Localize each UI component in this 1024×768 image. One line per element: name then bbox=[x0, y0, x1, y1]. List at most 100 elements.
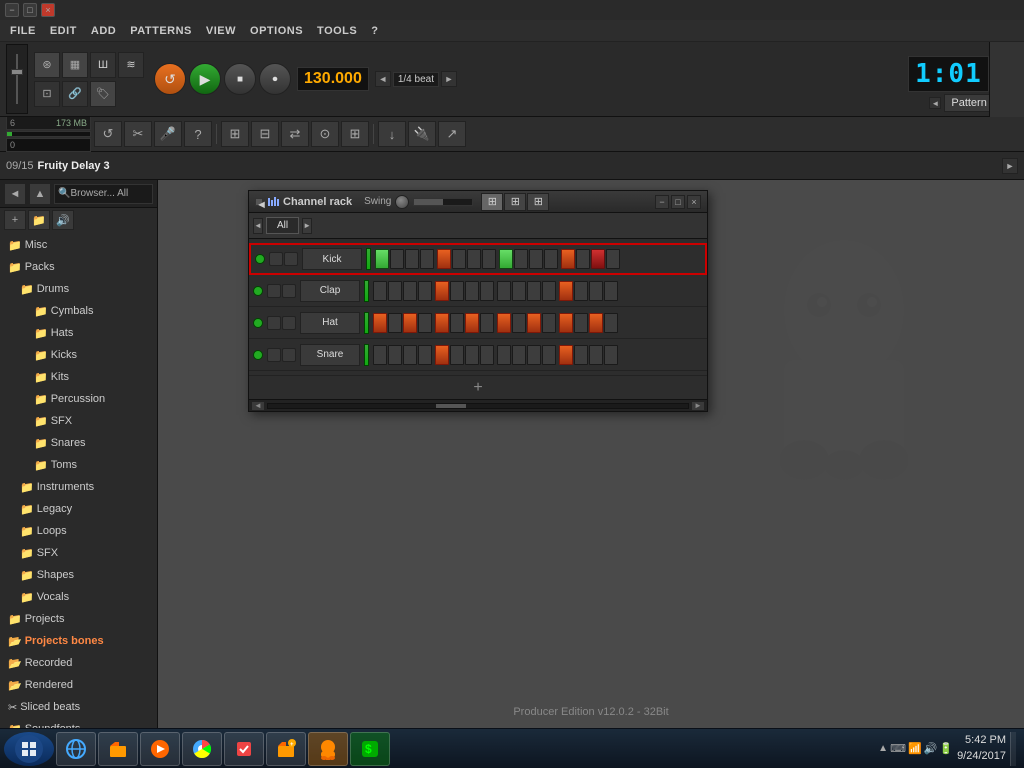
menu-help[interactable]: ? bbox=[365, 23, 384, 39]
hat-beat-4[interactable] bbox=[418, 313, 432, 333]
link-button[interactable]: 🔗 bbox=[62, 81, 88, 107]
close-button[interactable]: × bbox=[41, 3, 55, 17]
sidebar-item-loops[interactable]: 📁 Loops bbox=[0, 520, 157, 542]
tool-mic[interactable]: 🎤 bbox=[154, 121, 182, 147]
sidebar-item-legacy[interactable]: 📁 Legacy bbox=[0, 498, 157, 520]
sidebar-item-kicks[interactable]: 📁 Kicks bbox=[0, 344, 157, 366]
sidebar-item-sfx1[interactable]: 📁 SFX bbox=[0, 410, 157, 432]
clap-beat-1[interactable] bbox=[373, 281, 387, 301]
sidebar-item-vocals[interactable]: 📁 Vocals bbox=[0, 586, 157, 608]
stop-button[interactable]: ■ bbox=[224, 63, 256, 95]
kick-name[interactable]: Kick bbox=[302, 248, 362, 270]
tool-piano[interactable]: ⊟ bbox=[251, 121, 279, 147]
kick-beat-6[interactable] bbox=[452, 249, 466, 269]
clap-mute-btn[interactable] bbox=[267, 284, 281, 298]
clap-beat-4[interactable] bbox=[418, 281, 432, 301]
taskbar-explorer[interactable] bbox=[98, 732, 138, 766]
snare-mute-btn[interactable] bbox=[267, 348, 281, 362]
sidebar-item-soundfonts[interactable]: 📁 Soundfonts bbox=[0, 718, 157, 728]
cr-scroll-track[interactable] bbox=[267, 403, 689, 409]
hat-beat-13[interactable] bbox=[559, 313, 573, 333]
clap-beat-2[interactable] bbox=[388, 281, 402, 301]
maximize-button[interactable]: □ bbox=[23, 3, 37, 17]
taskbar-ie[interactable] bbox=[56, 732, 96, 766]
sidebar-item-hats[interactable]: 📁 Hats bbox=[0, 322, 157, 344]
kick-beat-15[interactable] bbox=[591, 249, 605, 269]
menu-view[interactable]: VIEW bbox=[200, 23, 242, 39]
sidebar-back-btn[interactable]: ◄ bbox=[4, 183, 26, 205]
hat-beat-9[interactable] bbox=[497, 313, 511, 333]
mode-button[interactable]: ▦ bbox=[62, 52, 88, 78]
sidebar-item-recorded[interactable]: 📂 Recorded bbox=[0, 652, 157, 674]
kick-beat-3[interactable] bbox=[405, 249, 419, 269]
hat-mute-btn[interactable] bbox=[267, 316, 281, 330]
menu-add[interactable]: ADD bbox=[85, 23, 122, 39]
menu-edit[interactable]: EDIT bbox=[44, 23, 83, 39]
clap-beat-9[interactable] bbox=[497, 281, 511, 301]
hat-led[interactable] bbox=[253, 318, 263, 328]
clap-beat-15[interactable] bbox=[589, 281, 603, 301]
sidebar-item-drums[interactable]: 📁 Drums bbox=[0, 278, 157, 300]
swing-knob[interactable] bbox=[395, 195, 409, 209]
menu-patterns[interactable]: PATTERNS bbox=[124, 23, 198, 39]
kick-beat-10[interactable] bbox=[514, 249, 528, 269]
clap-led[interactable] bbox=[253, 286, 263, 296]
tool-down[interactable]: ↓ bbox=[378, 121, 406, 147]
plugin-next-btn[interactable]: ► bbox=[1002, 158, 1018, 174]
clap-beat-7[interactable] bbox=[465, 281, 479, 301]
hat-beat-7[interactable] bbox=[465, 313, 479, 333]
kick-beat-9[interactable] bbox=[499, 249, 513, 269]
cr-filter-all[interactable]: All bbox=[266, 217, 299, 234]
tool-refresh[interactable]: ↺ bbox=[94, 121, 122, 147]
tray-arrow[interactable]: ▲ bbox=[878, 743, 888, 754]
hat-beat-14[interactable] bbox=[574, 313, 588, 333]
snare-beat-5[interactable] bbox=[435, 345, 449, 365]
taskbar-todo[interactable] bbox=[224, 732, 264, 766]
cr-collapse-btn[interactable]: ◄ bbox=[255, 198, 263, 206]
sidebar-item-cymbals[interactable]: 📁 Cymbals bbox=[0, 300, 157, 322]
clap-beat-8[interactable] bbox=[480, 281, 494, 301]
tag-button[interactable]: 🏷 bbox=[90, 81, 116, 107]
snare-beat-16[interactable] bbox=[604, 345, 618, 365]
tool-swap[interactable]: ⇄ bbox=[281, 121, 309, 147]
quantize-display[interactable]: 1/4 beat bbox=[393, 72, 439, 87]
hat-beat-6[interactable] bbox=[450, 313, 464, 333]
kick-beat-7[interactable] bbox=[467, 249, 481, 269]
swing-slider[interactable] bbox=[413, 198, 473, 206]
cr-grid-btn-3[interactable]: ⊞ bbox=[527, 193, 549, 211]
hat-beat-5[interactable] bbox=[435, 313, 449, 333]
loop-button[interactable]: ↺ bbox=[154, 63, 186, 95]
taskbar-folder[interactable]: + bbox=[266, 732, 306, 766]
next-pattern-btn[interactable]: ► bbox=[441, 71, 457, 87]
clap-beat-10[interactable] bbox=[512, 281, 526, 301]
tray-volume[interactable]: 🔊 bbox=[924, 742, 938, 755]
clap-beat-6[interactable] bbox=[450, 281, 464, 301]
kick-beat-13[interactable] bbox=[561, 249, 575, 269]
clap-solo-btn[interactable] bbox=[282, 284, 296, 298]
clap-beat-16[interactable] bbox=[604, 281, 618, 301]
sidebar-up-btn[interactable]: ▲ bbox=[29, 183, 51, 205]
snare-solo-btn[interactable] bbox=[282, 348, 296, 362]
start-button[interactable] bbox=[4, 732, 54, 766]
tool-plugin[interactable]: 🔌 bbox=[408, 121, 436, 147]
taskbar-clock[interactable]: 5:42 PM 9/24/2017 bbox=[957, 733, 1006, 764]
cr-all-prev[interactable]: ◄ bbox=[253, 218, 263, 234]
snare-beat-2[interactable] bbox=[388, 345, 402, 365]
bpm-display[interactable]: 130.000 bbox=[297, 67, 369, 91]
sidebar-item-packs[interactable]: 📁 Packs bbox=[0, 256, 157, 278]
taskbar-media-player[interactable] bbox=[140, 732, 180, 766]
tool-step[interactable]: ⊞ bbox=[341, 121, 369, 147]
sidebar-folder-btn[interactable]: 📁 bbox=[28, 210, 50, 230]
hat-name[interactable]: Hat bbox=[300, 312, 360, 334]
cr-restore-btn[interactable]: □ bbox=[671, 195, 685, 209]
kick-beat-11[interactable] bbox=[529, 249, 543, 269]
snare-led[interactable] bbox=[253, 350, 263, 360]
record-button[interactable]: ⏺ bbox=[259, 63, 291, 95]
menu-file[interactable]: FILE bbox=[4, 23, 42, 39]
sidebar-item-rendered[interactable]: 📂 Rendered bbox=[0, 674, 157, 696]
waveform-button[interactable]: ≋ bbox=[118, 52, 144, 78]
hat-beat-8[interactable] bbox=[480, 313, 494, 333]
snare-beat-11[interactable] bbox=[527, 345, 541, 365]
play-button[interactable]: ▶ bbox=[189, 63, 221, 95]
clap-beat-3[interactable] bbox=[403, 281, 417, 301]
